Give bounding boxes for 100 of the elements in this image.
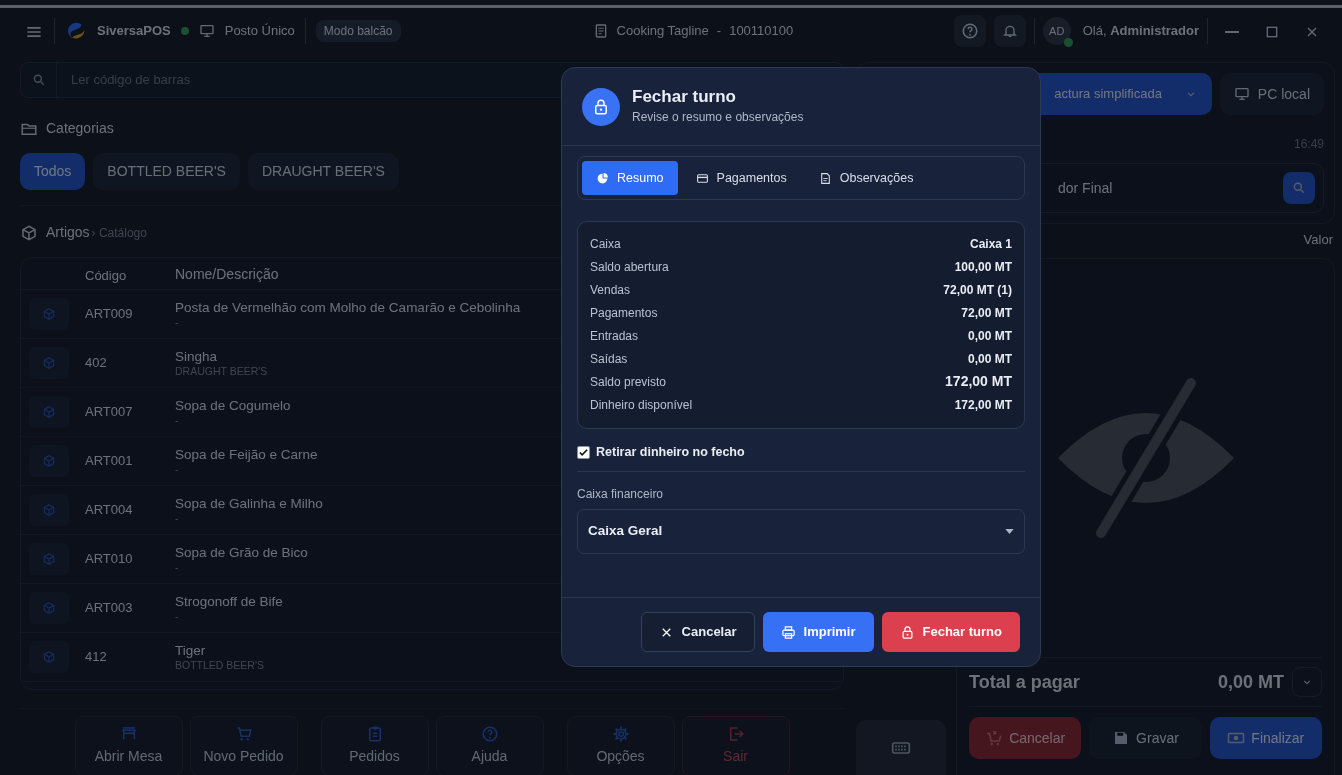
- box-icon: [42, 552, 56, 566]
- category-chip[interactable]: DRAUGHT BEER'S: [247, 153, 399, 190]
- separator: -: [716, 22, 722, 41]
- box-icon: [42, 454, 56, 468]
- summary-value: 172,00 MT: [954, 396, 1012, 414]
- field-label: Caixa financeiro: [577, 485, 665, 503]
- checkmark-icon: [578, 446, 589, 458]
- article-name: Strogonoff de Bife: [175, 594, 283, 610]
- dialog-subtitle: Revise o resumo e observações: [632, 108, 804, 126]
- summary-label: Caixa: [590, 235, 621, 253]
- total-label: Total a pagar: [969, 670, 1080, 694]
- box-icon: [42, 601, 56, 615]
- article-category: -: [175, 560, 180, 573]
- column-header: Nome/Descrição: [175, 265, 279, 284]
- section-title: Categorias: [46, 119, 114, 138]
- sale-action-button[interactable]: Finalizar: [1209, 717, 1322, 759]
- mode-badge: Modo balcão: [315, 20, 401, 42]
- dialog-button[interactable]: Imprimir: [762, 612, 874, 652]
- search-icon: [31, 73, 46, 87]
- column-header: Código: [85, 266, 128, 285]
- station-icon: [198, 23, 215, 39]
- summary-value: 72,00 MT (1): [943, 281, 1012, 299]
- pie-chart-icon: [596, 171, 609, 185]
- app-name: SiversaPOS: [97, 22, 171, 41]
- article-category: -: [175, 609, 180, 622]
- credit-card-icon: [695, 171, 709, 185]
- customer-search-button[interactable]: [1283, 172, 1315, 204]
- article-category: -: [175, 511, 180, 524]
- minimize-icon: [1224, 30, 1240, 33]
- cart-remove-icon: [985, 729, 1004, 747]
- box-icon: [42, 650, 56, 664]
- article-name: Sopa de Galinha e Milho: [175, 496, 323, 512]
- dialog-button[interactable]: Fechar turno: [881, 612, 1020, 652]
- terminal-button[interactable]: PC local: [1219, 73, 1324, 115]
- summary-value: Caixa 1: [969, 235, 1012, 253]
- total-amount: 0,00 MT: [1217, 670, 1284, 694]
- lock-icon: [899, 624, 915, 640]
- sale-action-button[interactable]: Cancelar: [969, 717, 1082, 759]
- cash-account-select[interactable]: Caixa Geral: [577, 508, 1025, 554]
- article-name: Tiger: [175, 643, 207, 659]
- box-icon: [20, 223, 38, 242]
- summary-label: Saldo abertura: [590, 258, 669, 276]
- lock-icon: [592, 97, 610, 116]
- help-button[interactable]: [953, 15, 986, 47]
- dialog-tab[interactable]: Observações: [804, 161, 928, 195]
- toolbar-button[interactable]: Opções: [566, 716, 675, 775]
- article-code: 402: [85, 354, 108, 373]
- article-category: -: [175, 462, 180, 475]
- article-name: Sopa de Cogumelo: [175, 398, 291, 414]
- summary-value: 100,00 MT: [954, 258, 1012, 276]
- article-name: Sopa de Grão de Bico: [175, 545, 308, 561]
- toolbar-button[interactable]: Ajuda: [435, 716, 544, 775]
- article-code: ART010: [85, 550, 134, 569]
- settings-icon: [611, 725, 630, 743]
- box-icon: [42, 356, 56, 370]
- summary-label: Pagamentos: [590, 304, 658, 322]
- toolbar-button[interactable]: Abrir Mesa: [74, 716, 183, 775]
- article-code: ART004: [85, 501, 134, 520]
- summary-value: 0,00 MT: [968, 327, 1012, 345]
- toolbar-button[interactable]: Pedidos: [320, 716, 429, 775]
- notifications-button[interactable]: [993, 15, 1026, 47]
- box-icon: [42, 405, 56, 419]
- customer-name: dor Final: [1058, 178, 1113, 198]
- search-icon: [1292, 181, 1306, 195]
- dialog-tab[interactable]: Resumo: [582, 161, 678, 195]
- summary-label: Saídas: [590, 350, 628, 368]
- document-icon: [818, 171, 832, 185]
- dialog-button[interactable]: Cancelar: [640, 612, 755, 652]
- article-name: Posta de Vermelhão com Molho de Camarão e Cebolinha: [175, 300, 521, 316]
- station-name: Posto Único: [224, 22, 295, 41]
- avatar-initials: AD: [1049, 23, 1065, 39]
- article-name: Sopa de Feijão e Carne: [175, 447, 318, 463]
- article-category: -: [175, 413, 180, 426]
- dialog-tab[interactable]: Pagamentos: [681, 161, 801, 195]
- user-greeting: Olá, Administrador: [1082, 22, 1199, 41]
- column-header: Valor: [1303, 231, 1333, 249]
- article-code: ART007: [85, 403, 134, 422]
- article-code: ART001: [85, 452, 134, 471]
- box-icon: [42, 307, 56, 321]
- summary-value: 72,00 MT: [961, 304, 1012, 322]
- summary-label: Entradas: [590, 327, 639, 345]
- sale-action-button[interactable]: Gravar: [1089, 717, 1202, 759]
- checkbox-label: Retirar dinheiro no fecho: [596, 444, 745, 461]
- article-code: ART003: [85, 599, 134, 618]
- toolbar-button[interactable]: Novo Pedido: [189, 716, 298, 775]
- monitor-icon: [1233, 86, 1250, 102]
- help-icon: [480, 725, 499, 743]
- summary-label: Dinheiro disponível: [590, 396, 693, 414]
- article-code: ART009: [85, 305, 134, 324]
- article-category: -: [175, 315, 180, 328]
- printer-icon: [780, 624, 796, 640]
- summary-value: 172,00 MT: [945, 372, 1012, 391]
- article-code: 412: [85, 648, 108, 667]
- category-chip[interactable]: Todos: [20, 153, 86, 190]
- summary-label: Vendas: [590, 281, 631, 299]
- checkbox[interactable]: [577, 445, 590, 459]
- box-icon: [42, 503, 56, 517]
- summary-label: Saldo previsto: [590, 373, 667, 391]
- category-chip[interactable]: BOTTLED BEER'S: [93, 153, 240, 190]
- section-title: Artigos: [46, 223, 90, 242]
